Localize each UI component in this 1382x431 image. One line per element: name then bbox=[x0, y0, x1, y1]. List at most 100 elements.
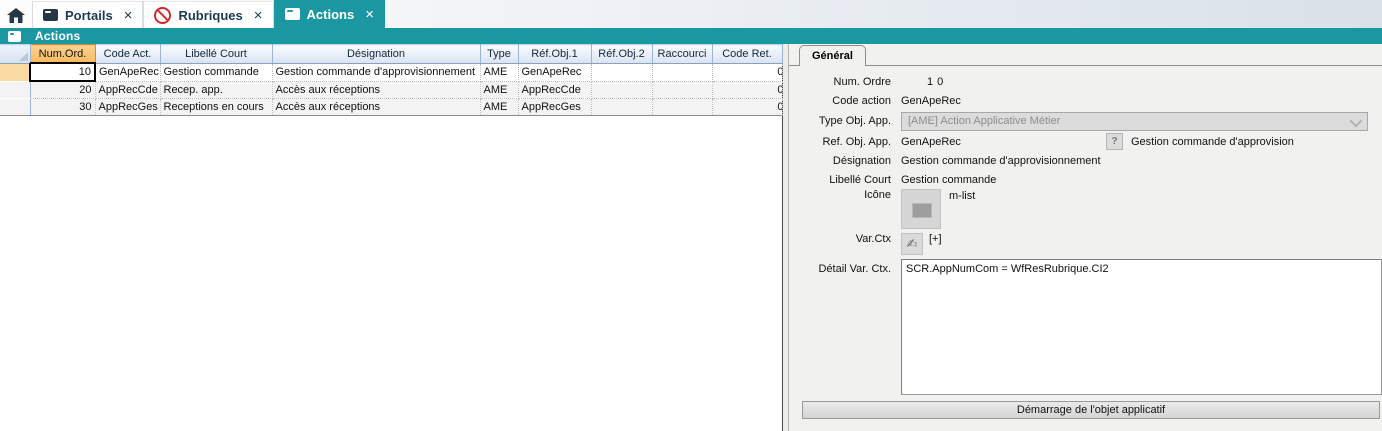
type-obj-app-label: Type Obj. App. bbox=[795, 115, 891, 127]
grid-cell[interactable]: AME bbox=[480, 63, 518, 81]
grid-cell[interactable]: 0 bbox=[712, 81, 782, 99]
icon-picker-button[interactable] bbox=[901, 189, 941, 229]
row-selector[interactable] bbox=[0, 63, 30, 81]
field-code-action: Code action GenApeRec bbox=[795, 91, 1382, 110]
grid-column-header[interactable]: Code Act. bbox=[95, 45, 160, 64]
start-applicative-object-button[interactable]: Démarrage de l'objet applicatif bbox=[802, 401, 1380, 419]
close-icon[interactable]: × bbox=[365, 7, 374, 22]
field-num-ordre: Num. Ordre 10 bbox=[795, 72, 1382, 91]
forbidden-icon bbox=[154, 7, 171, 24]
grid-cell[interactable]: Gestion commande bbox=[160, 63, 272, 81]
grid-cell[interactable]: GenApeRec bbox=[518, 63, 591, 81]
actions-grid: Num.Ord.Code Act.Libellé CourtDésignatio… bbox=[0, 44, 783, 116]
tab-general[interactable]: Général bbox=[799, 45, 866, 66]
grid-panel: Num.Ord.Code Act.Libellé CourtDésignatio… bbox=[0, 44, 783, 431]
tab-label: Rubriques bbox=[178, 8, 242, 23]
var-ctx-label: Var.Ctx bbox=[795, 233, 891, 245]
general-form: Num. Ordre 10 Code action GenApeRec Type… bbox=[789, 66, 1382, 431]
edit-hand-icon[interactable]: ✍ bbox=[901, 233, 923, 255]
grid-cell[interactable]: 10 bbox=[30, 63, 95, 81]
grid-cell[interactable]: Accès aux réceptions bbox=[272, 81, 480, 99]
ref-obj-app-description: Gestion commande d'approvision bbox=[1131, 136, 1294, 148]
code-action-label: Code action bbox=[795, 95, 891, 107]
tab-label: Portails bbox=[65, 8, 113, 23]
grid-cell[interactable]: 0 bbox=[712, 99, 782, 116]
field-icone: Icône m-list bbox=[795, 189, 1382, 233]
code-action-value: GenApeRec bbox=[901, 95, 961, 107]
grid-cell[interactable]: AME bbox=[480, 81, 518, 99]
window-icon bbox=[285, 8, 300, 20]
grid-cell[interactable]: AppRecCde bbox=[518, 81, 591, 99]
detail-panel: Général Num. Ordre 10 Code action GenApe… bbox=[788, 44, 1382, 431]
home-button[interactable] bbox=[0, 2, 32, 28]
grid-cell[interactable]: AppRecGes bbox=[95, 99, 160, 116]
ref-obj-app-label: Ref. Obj. App. bbox=[795, 136, 891, 148]
close-icon[interactable]: × bbox=[124, 8, 133, 23]
grid-select-all-header[interactable] bbox=[0, 45, 30, 64]
table-row: 20AppRecCdeRecep. app.Accès aux réceptio… bbox=[0, 81, 782, 99]
main-area: Num.Ord.Code Act.Libellé CourtDésignatio… bbox=[0, 44, 1382, 431]
grid-cell[interactable] bbox=[652, 99, 712, 116]
grid-cell[interactable] bbox=[652, 81, 712, 99]
grid-column-header[interactable]: Désignation bbox=[272, 45, 480, 64]
grid-column-header[interactable]: Code Ret. bbox=[712, 45, 782, 64]
libelle-court-value: Gestion commande bbox=[901, 174, 996, 186]
grid-cell[interactable] bbox=[591, 81, 652, 99]
grid-cell[interactable]: 30 bbox=[30, 99, 95, 116]
grid-cell[interactable] bbox=[591, 63, 652, 81]
tab-label: Actions bbox=[307, 7, 355, 22]
grid-cell[interactable] bbox=[652, 63, 712, 81]
grid-column-header[interactable]: Libellé Court bbox=[160, 45, 272, 64]
tab-portails[interactable]: Portails × bbox=[32, 1, 143, 28]
icone-label: Icône bbox=[795, 189, 891, 201]
table-row: 30AppRecGesReceptions en coursAccès aux … bbox=[0, 99, 782, 116]
field-ref-obj-app: Ref. Obj. App. GenApeRec ? Gestion comma… bbox=[795, 132, 1382, 151]
row-selector[interactable] bbox=[0, 99, 30, 116]
grid-column-header[interactable]: Raccourci bbox=[652, 45, 712, 64]
tab-actions[interactable]: Actions × bbox=[274, 0, 385, 28]
num-ordre-label: Num. Ordre bbox=[795, 76, 891, 88]
type-obj-app-select[interactable]: [AME] Action Applicative Métier bbox=[901, 112, 1368, 131]
help-button[interactable]: ? bbox=[1106, 133, 1123, 150]
grid-cell[interactable]: 20 bbox=[30, 81, 95, 99]
grid-cell[interactable]: AppRecCde bbox=[95, 81, 160, 99]
type-obj-app-value: [AME] Action Applicative Métier bbox=[908, 115, 1060, 127]
close-icon[interactable]: × bbox=[254, 8, 263, 23]
tab-rubriques[interactable]: Rubriques × bbox=[143, 1, 273, 28]
row-selector[interactable] bbox=[0, 81, 30, 99]
num-ordre-value: 10 bbox=[901, 76, 947, 88]
designation-label: Désignation bbox=[795, 155, 891, 167]
window-titlebar: Actions bbox=[0, 28, 1382, 44]
table-row: 10GenApeRecGestion commandeGestion comma… bbox=[0, 63, 782, 81]
grid-cell[interactable] bbox=[591, 99, 652, 116]
window-icon bbox=[8, 31, 21, 42]
ref-obj-app-value: GenApeRec bbox=[901, 136, 1106, 148]
grid-column-header[interactable]: Num.Ord. bbox=[30, 45, 95, 64]
field-type-obj-app: Type Obj. App. [AME] Action Applicative … bbox=[795, 110, 1382, 132]
grid-cell[interactable]: AME bbox=[480, 99, 518, 116]
icone-value: m-list bbox=[949, 190, 975, 202]
grid-column-header[interactable]: Réf.Obj.2 bbox=[591, 45, 652, 64]
detail-var-ctx-textarea[interactable]: SCR.AppNumCom = WfResRubrique.CI2 bbox=[901, 259, 1382, 395]
grid-cell[interactable]: 0 bbox=[712, 63, 782, 81]
grid-cell[interactable]: GenApeRec bbox=[95, 63, 160, 81]
window-icon bbox=[43, 9, 58, 21]
tab-bar: Portails × Rubriques × Actions × bbox=[0, 0, 1382, 28]
grid-cell[interactable]: Gestion commande d'approvisionnement bbox=[272, 63, 480, 81]
chevron-down-icon bbox=[1350, 114, 1363, 127]
home-icon bbox=[7, 8, 25, 23]
grid-cell[interactable]: AppRecGes bbox=[518, 99, 591, 116]
application-window: Portails × Rubriques × Actions × Actions bbox=[0, 0, 1382, 431]
detail-var-ctx-label: Détail Var. Ctx. bbox=[795, 263, 891, 275]
libelle-court-label: Libellé Court bbox=[795, 174, 891, 186]
grid-column-header[interactable]: Réf.Obj.1 bbox=[518, 45, 591, 64]
grid-column-header[interactable]: Type bbox=[480, 45, 518, 64]
designation-value: Gestion commande d'approvisionnement bbox=[901, 155, 1101, 167]
grid-header-row: Num.Ord.Code Act.Libellé CourtDésignatio… bbox=[0, 45, 782, 64]
field-detail-var-ctx: Détail Var. Ctx. SCR.AppNumCom = WfResRu… bbox=[795, 259, 1382, 396]
field-libelle-court: Libellé Court Gestion commande bbox=[795, 170, 1382, 189]
grid-cell[interactable]: Receptions en cours bbox=[160, 99, 272, 116]
var-ctx-add-button[interactable]: [+] bbox=[929, 233, 942, 245]
grid-cell[interactable]: Recep. app. bbox=[160, 81, 272, 99]
grid-cell[interactable]: Accès aux réceptions bbox=[272, 99, 480, 116]
